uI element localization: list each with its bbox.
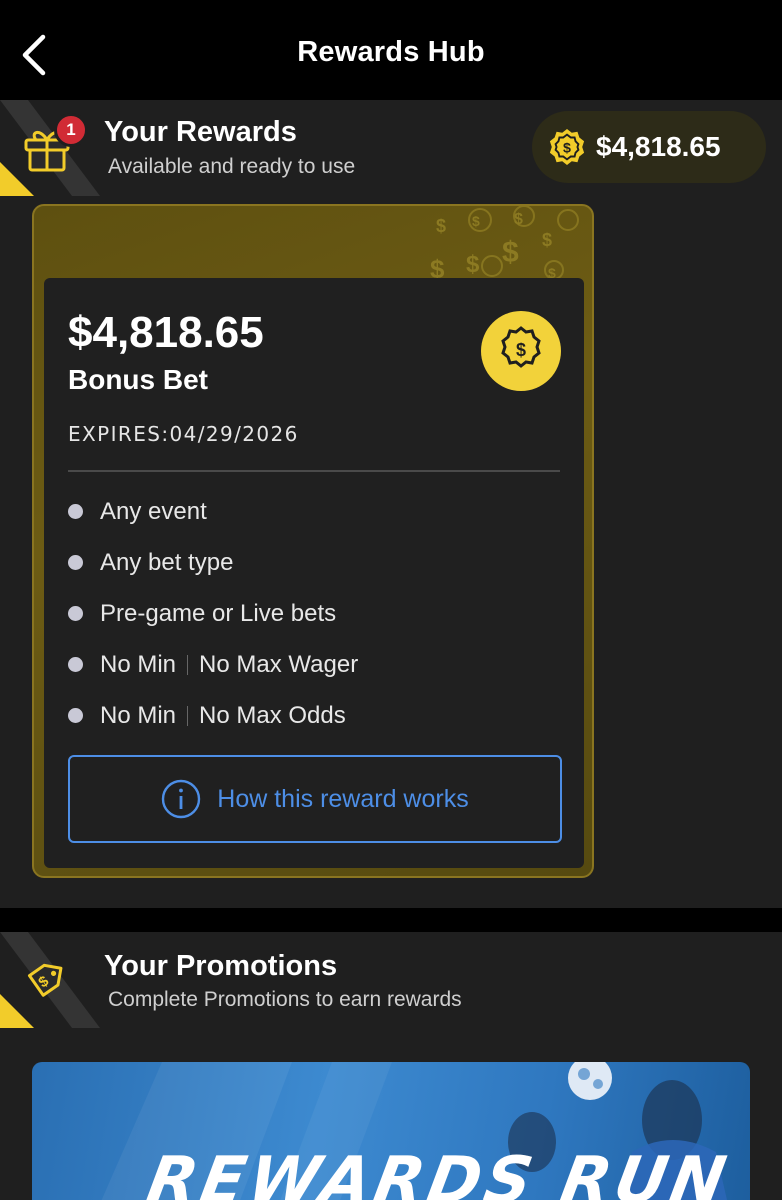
notification-badge: 1 (54, 113, 88, 147)
svg-text:$: $ (472, 213, 480, 229)
svg-text:$: $ (542, 230, 552, 250)
list-item: No Min No Max Wager (68, 639, 358, 690)
divider (68, 470, 560, 472)
bullet-icon (68, 708, 83, 723)
dollar-coin-icon: $ (481, 311, 561, 391)
banner-title: REWARDS RUN (141, 1144, 735, 1200)
list-item: Any event (68, 486, 358, 537)
expiry-date: EXPIRES:04/29/2026 (68, 422, 299, 446)
how-reward-works-button[interactable]: How this reward works (68, 755, 562, 843)
separator (187, 654, 189, 675)
reward-type: Bonus Bet (68, 364, 208, 395)
rewards-section: 1 Your Rewards Available and ready to us… (0, 100, 782, 908)
bullet-icon (68, 504, 83, 519)
dollar-coin-icon: $ (549, 128, 585, 166)
section-title: Your Promotions (104, 950, 338, 982)
reward-card[interactable]: $ $ $ $ $ $ $ $ $4,818.65 Bonus Bet EXPI… (32, 204, 594, 878)
list-item: No Min No Max Odds (68, 690, 358, 741)
separator (187, 705, 189, 726)
promotion-banner[interactable]: REWARDS RUN (32, 1062, 750, 1200)
balance-pill[interactable]: $ $4,818.65 (532, 111, 766, 183)
how-reward-works-label: How this reward works (217, 784, 469, 813)
reward-card-body: $4,818.65 Bonus Bet EXPIRES:04/29/2026 $… (44, 278, 584, 868)
reward-amount: $4,818.65 (68, 308, 264, 357)
top-bar: Rewards Hub (0, 0, 782, 100)
svg-text:$: $ (502, 236, 519, 269)
svg-text:$: $ (436, 216, 446, 236)
page-title: Rewards Hub (297, 36, 485, 68)
svg-text:$: $ (516, 340, 526, 360)
bullet-icon (68, 657, 83, 672)
svg-text:$: $ (466, 251, 480, 278)
list-item: Pre-game or Live bets (68, 588, 358, 639)
section-subtitle: Available and ready to use (108, 155, 356, 178)
dollar-pattern-decoration: $ $ $ $ $ $ $ $ (430, 206, 579, 284)
reward-terms-list: Any event Any bet type Pre-game or Live … (68, 486, 358, 741)
bullet-icon (68, 606, 83, 621)
section-subtitle: Complete Promotions to earn rewards (108, 988, 462, 1011)
info-icon (162, 779, 201, 819)
bullet-icon (68, 555, 83, 570)
list-item: Any bet type (68, 537, 358, 588)
promotions-section: $ Your Promotions Complete Promotions to… (0, 932, 782, 1200)
balance-amount: $4,818.65 (596, 131, 721, 162)
svg-text:$: $ (514, 211, 523, 228)
price-tag-icon: $ (27, 963, 63, 997)
section-title: Your Rewards (104, 116, 297, 148)
svg-text:$: $ (563, 141, 571, 157)
